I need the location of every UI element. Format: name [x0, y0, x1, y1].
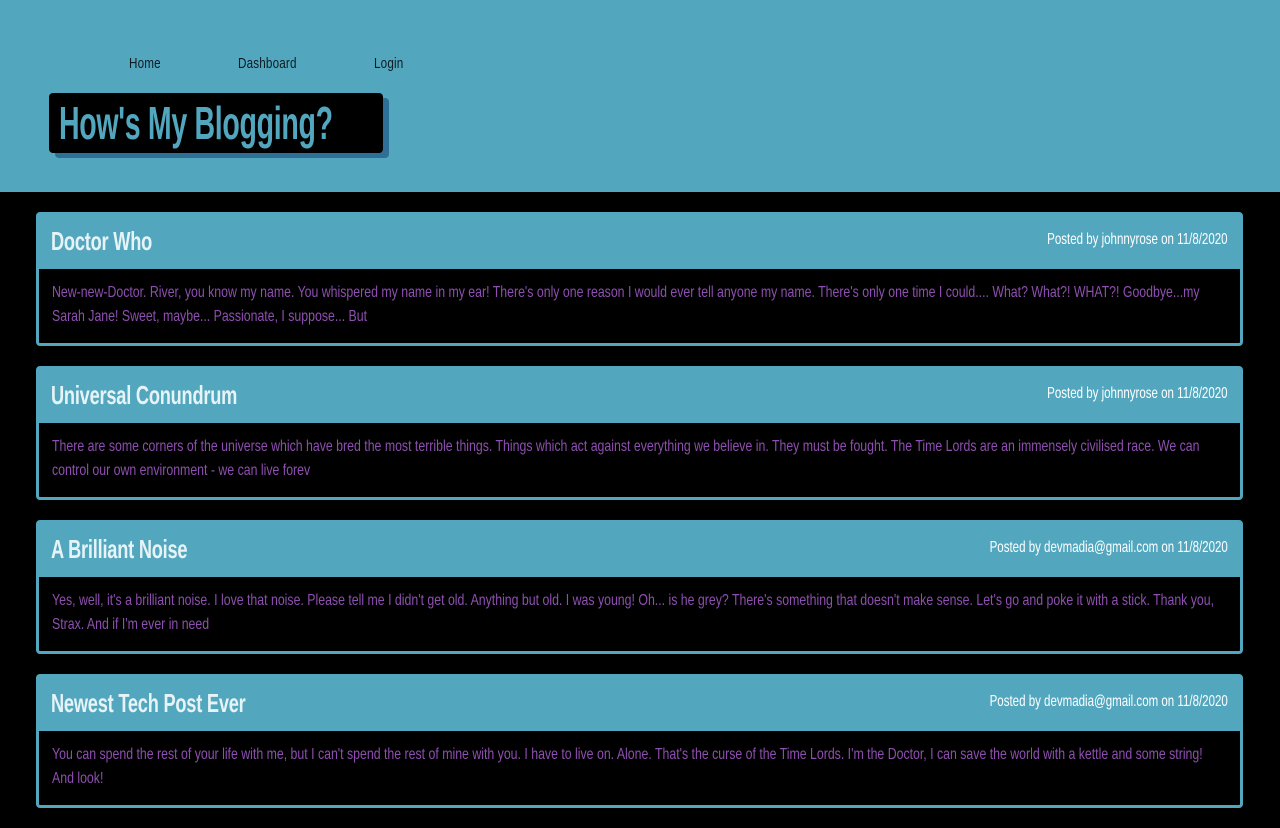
post-header: Newest Tech Post Ever Posted by devmadia… [39, 677, 1240, 731]
post-meta: Posted by johnnyrose on 11/8/2020 [1047, 231, 1228, 248]
post-body: Yes, well, it's a brilliant noise. I lov… [39, 577, 1240, 651]
post-title[interactable]: Universal Conundrum [51, 379, 237, 411]
nav-dashboard-link[interactable]: Dashboard [238, 55, 297, 72]
post-excerpt: Yes, well, it's a brilliant noise. I lov… [52, 592, 1215, 633]
post-meta: Posted by devmadia@gmail.com on 11/8/202… [989, 693, 1228, 710]
post-header: Universal Conundrum Posted by johnnyrose… [39, 369, 1240, 423]
post-meta: Posted by devmadia@gmail.com on 11/8/202… [989, 539, 1228, 556]
post-excerpt: There are some corners of the universe w… [52, 438, 1200, 479]
post-title[interactable]: Doctor Who [51, 225, 152, 257]
site-header: Home Dashboard Login How's My Blogging? [0, 0, 1280, 192]
site-title: How's My Blogging? [59, 97, 333, 149]
post-title[interactable]: Newest Tech Post Ever [51, 687, 246, 719]
post-excerpt: You can spend the rest of your life with… [52, 746, 1203, 787]
post-body: New-new-Doctor. River, you know my name.… [39, 269, 1240, 343]
post-meta: Posted by johnnyrose on 11/8/2020 [1047, 385, 1228, 402]
post-body: There are some corners of the universe w… [39, 423, 1240, 497]
post-body: You can spend the rest of your life with… [39, 731, 1240, 805]
post-card[interactable]: Newest Tech Post Ever Posted by devmadia… [36, 674, 1243, 808]
nav-home-link[interactable]: Home [129, 55, 161, 72]
post-excerpt: New-new-Doctor. River, you know my name.… [52, 284, 1200, 325]
post-title[interactable]: A Brilliant Noise [51, 533, 188, 565]
main-nav: Home Dashboard Login [0, 55, 500, 75]
nav-login-link[interactable]: Login [374, 55, 403, 72]
post-list: Doctor Who Posted by johnnyrose on 11/8/… [36, 212, 1243, 828]
post-card[interactable]: Doctor Who Posted by johnnyrose on 11/8/… [36, 212, 1243, 346]
post-card[interactable]: Universal Conundrum Posted by johnnyrose… [36, 366, 1243, 500]
post-card[interactable]: A Brilliant Noise Posted by devmadia@gma… [36, 520, 1243, 654]
post-header: Doctor Who Posted by johnnyrose on 11/8/… [39, 215, 1240, 269]
site-logo-box: How's My Blogging? [49, 93, 383, 153]
post-header: A Brilliant Noise Posted by devmadia@gma… [39, 523, 1240, 577]
site-logo[interactable]: How's My Blogging? [49, 93, 383, 153]
